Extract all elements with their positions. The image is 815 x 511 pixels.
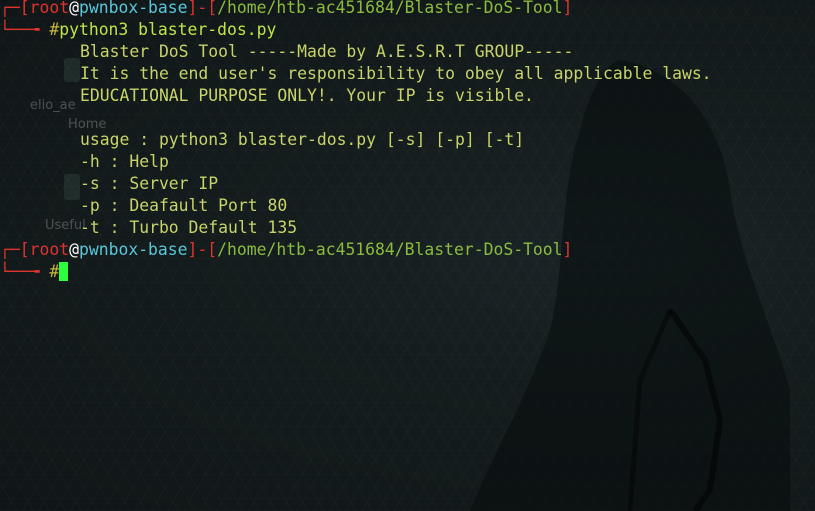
output-line: EDUCATIONAL PURPOSE ONLY!. Your IP is vi… <box>80 86 534 105</box>
background-hooded-figure <box>470 60 790 511</box>
prompt-path: /home/htb-ac451684/Blaster-DoS-Tool <box>217 240 563 259</box>
desktop-icon-ghost <box>64 174 80 200</box>
desktop-icon-ghost <box>64 58 80 82</box>
output-line: -p : Deafault Port 80 <box>80 196 288 215</box>
command-line-1: └──╼ #python3 blaster-dos.py <box>0 20 277 39</box>
output-line: usage : python3 blaster-dos.py [-s] [-p]… <box>80 130 525 149</box>
terminal-window[interactable]: elio_ae Home Useful ┌─[root@pwnbox-base]… <box>0 0 815 511</box>
prompt-line-2: ┌─[root@pwnbox-base]-[/home/htb-ac451684… <box>0 240 573 259</box>
output-line: Blaster DoS Tool -----Made by A.E.S.R.T … <box>80 42 574 61</box>
command-text: python3 blaster-dos.py <box>59 20 277 39</box>
prompt-host: pwnbox-base <box>78 240 188 259</box>
prompt-path: /home/htb-ac451684/Blaster-DoS-Tool <box>217 0 563 17</box>
prompt-user: root <box>29 0 70 17</box>
prompt-host: pwnbox-base <box>78 0 188 17</box>
output-line: -h : Help <box>80 152 169 171</box>
prompt-line-1: ┌─[root@pwnbox-base]-[/home/htb-ac451684… <box>0 0 573 17</box>
desktop-ghost-label: elio_ae <box>30 98 76 113</box>
output-line: It is the end user's responsibility to o… <box>80 64 712 83</box>
output-line: -s : Server IP <box>80 174 219 193</box>
terminal-cursor <box>59 262 69 281</box>
output-line: -t : Turbo Default 135 <box>80 218 298 237</box>
command-line-2[interactable]: └──╼ # <box>0 261 69 283</box>
prompt-user: root <box>29 240 70 259</box>
